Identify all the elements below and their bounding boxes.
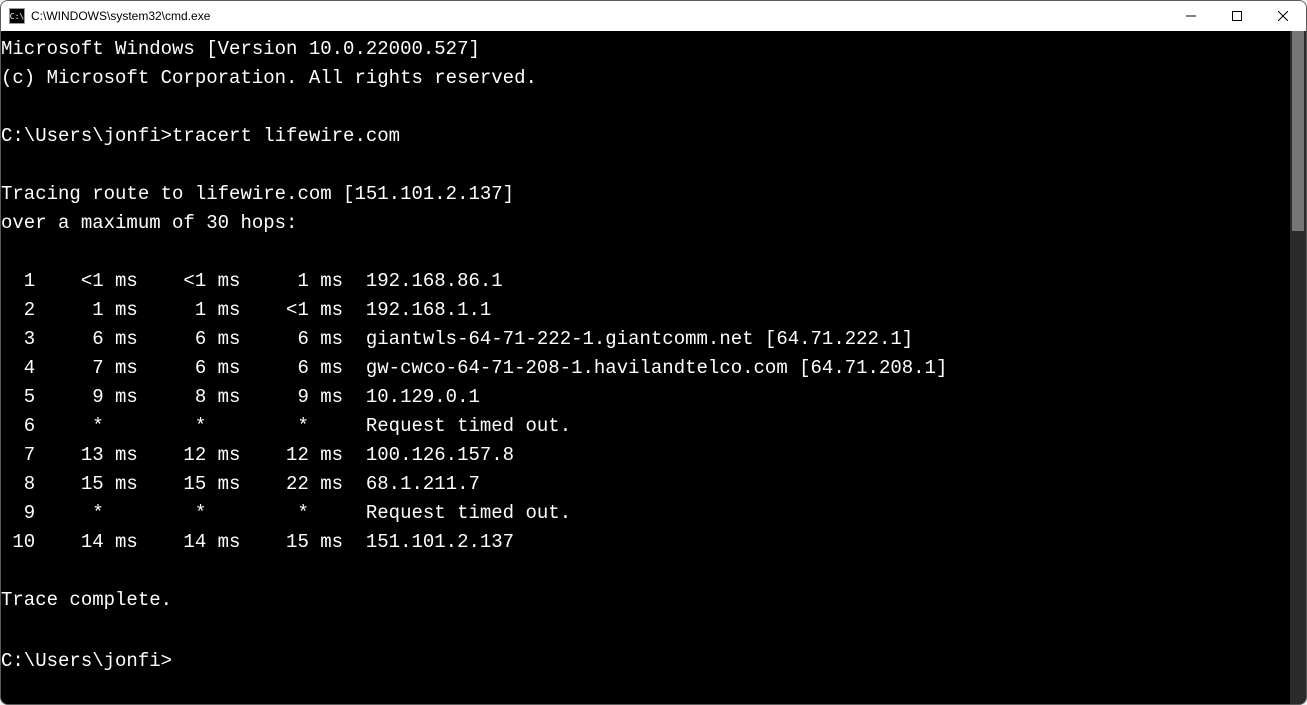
window-title: C:\WINDOWS\system32\cmd.exe xyxy=(31,9,210,23)
scrollbar-thumb[interactable] xyxy=(1292,31,1304,231)
cursor xyxy=(172,648,183,670)
titlebar[interactable]: C:\ C:\WINDOWS\system32\cmd.exe xyxy=(1,1,1306,31)
close-button[interactable] xyxy=(1260,1,1306,31)
maximize-button[interactable] xyxy=(1214,1,1260,31)
cmd-icon: C:\ xyxy=(9,8,25,24)
minimize-button[interactable] xyxy=(1168,1,1214,31)
window-controls xyxy=(1168,1,1306,31)
cmd-window: C:\ C:\WINDOWS\system32\cmd.exe Microsof… xyxy=(0,0,1307,705)
terminal-output[interactable]: Microsoft Windows [Version 10.0.22000.52… xyxy=(1,31,1290,704)
scrollbar[interactable] xyxy=(1290,31,1306,704)
